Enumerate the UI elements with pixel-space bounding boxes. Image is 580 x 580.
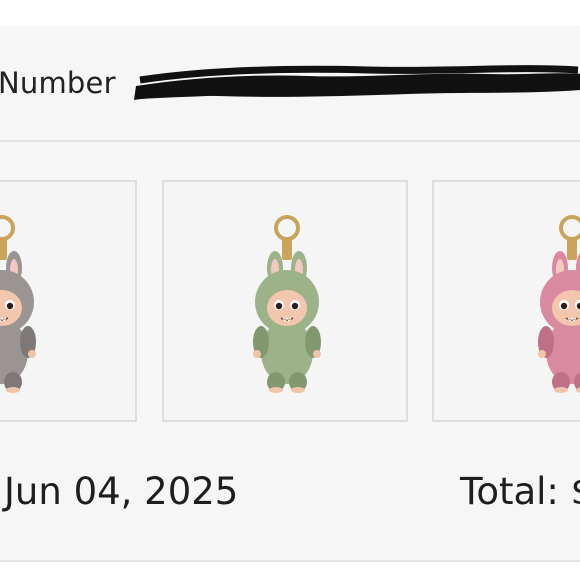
plush-keychain-image bbox=[253, 215, 321, 393]
redaction-scribble bbox=[134, 65, 580, 100]
order-number-label: Number bbox=[0, 66, 116, 100]
plush-keychain-image bbox=[538, 215, 580, 393]
product-thumbnail-grey[interactable] bbox=[0, 180, 137, 422]
order-screen: Number Jun 04, 2025 Total: $ bbox=[0, 0, 580, 580]
order-date: Jun 04, 2025 bbox=[4, 470, 239, 513]
order-total: Total: $ bbox=[460, 470, 580, 513]
product-thumbnail-green[interactable] bbox=[162, 180, 408, 422]
product-thumbnail-pink[interactable] bbox=[432, 180, 580, 422]
plush-keychain-image bbox=[0, 215, 36, 393]
